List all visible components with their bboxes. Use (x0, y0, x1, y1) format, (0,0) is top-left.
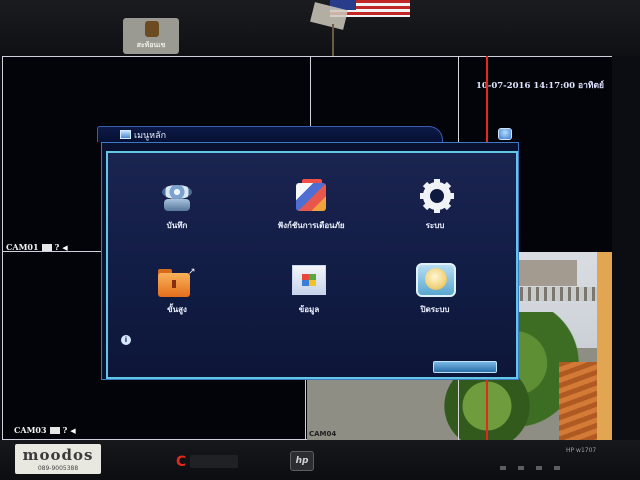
main-menu-dialog: เมนูหลัก บันทึก ฟังก์ชันการเตือนภัย ระบบ… (97, 126, 521, 382)
monitor-button[interactable] (518, 466, 524, 470)
window-icon (120, 130, 131, 139)
help-icon[interactable]: i (121, 335, 131, 345)
monitor-top-bezel: สะท้อนเข (0, 0, 640, 64)
c-logo: C (176, 454, 187, 470)
cam-name: CAM03 (14, 425, 47, 435)
shutdown-icon (416, 263, 456, 297)
cam-label-3: CAM03 ? ◀ (14, 425, 76, 435)
gear-hub (430, 189, 444, 203)
window-logo (302, 274, 316, 286)
menu-item-label: บันทึก (166, 221, 188, 230)
speaker-icon: ◀ (70, 425, 76, 435)
record-status-icon (49, 426, 60, 434)
dialog-body: บันทึก ฟังก์ชันการเตือนภัย ระบบ ↗ ขั้นสู… (101, 142, 519, 380)
menu-item-advanced[interactable]: ↗ ขั้นสูง (132, 261, 222, 319)
speaker-icon: ◀ (62, 242, 68, 252)
dialog-titlebar: เมนูหลัก (97, 126, 521, 142)
sticker-emblem (145, 21, 159, 37)
reel-base (164, 199, 190, 211)
brand-name: moodos (22, 446, 94, 464)
reel (162, 185, 192, 199)
feed-stamp: CAM04 (309, 430, 337, 438)
info-icon (292, 265, 326, 295)
grid-line (305, 378, 306, 440)
post (597, 252, 612, 440)
title-tab: เมนูหลัก (97, 126, 443, 142)
shutdown-disc (425, 268, 447, 290)
menu-item-alarm[interactable]: ฟังก์ชันการเตือนภัย (266, 177, 356, 235)
grid-line (2, 56, 3, 440)
record-status-icon (41, 243, 52, 251)
building (517, 260, 577, 286)
hp-logo: hp (290, 451, 314, 471)
sticker: สะท้อนเข (123, 18, 179, 54)
brand-sticker: moodos 089-9005388 (15, 444, 101, 474)
menu-item-shutdown[interactable]: ปิดระบบ (390, 261, 480, 319)
monitor-bottom-bezel: moodos 089-9005388 C hp HP w1707 (0, 440, 640, 480)
menu-item-label: ระบบ (425, 221, 445, 230)
menu-item-label: ข้อมูล (298, 305, 320, 314)
grid-line (310, 56, 311, 126)
monitor-button[interactable] (500, 466, 506, 470)
dialog-title: เมนูหลัก (134, 131, 167, 141)
confirm-button[interactable] (433, 361, 497, 373)
cam-label-1: CAM01 ? ◀ (6, 242, 68, 252)
record-icon (160, 183, 194, 213)
arrow-icon: ↗ (188, 267, 196, 277)
cam-name: CAM01 (6, 242, 39, 252)
menu-item-system[interactable]: ระบบ (390, 177, 480, 235)
menu-item-label: ฟังก์ชันการเตือนภัย (277, 221, 345, 230)
model-label: HP w1707 (566, 447, 597, 454)
question-icon: ? (62, 425, 68, 435)
close-button[interactable] (498, 128, 512, 140)
brand-phone: 089-9005388 (37, 465, 79, 472)
alarm-box (296, 183, 326, 211)
monitor-button[interactable] (554, 466, 560, 470)
gear-icon (420, 179, 454, 213)
menu-item-info[interactable]: ข้อมูล (264, 261, 354, 319)
menu-item-label: ขั้นสูง (167, 305, 187, 314)
sticker-text: สะท้อนเข (136, 41, 166, 49)
grid-line (2, 56, 612, 57)
menu-panel: บันทึก ฟังก์ชันการเตือนภัย ระบบ ↗ ขั้นสู… (106, 151, 518, 379)
question-icon: ? (54, 242, 60, 252)
sticker-bar (190, 455, 238, 468)
folder-mark (172, 280, 176, 288)
datetime-display: 10-07-2016 14:17:00 อาทิตย์ (476, 81, 605, 91)
monitor-buttons[interactable] (500, 466, 560, 470)
monitor-button[interactable] (536, 466, 542, 470)
folder-icon: ↗ (158, 267, 196, 297)
menu-item-record[interactable]: บันทึก (132, 177, 222, 235)
alarm-icon (294, 179, 330, 213)
menu-item-label: ปิดระบบ (420, 305, 450, 314)
